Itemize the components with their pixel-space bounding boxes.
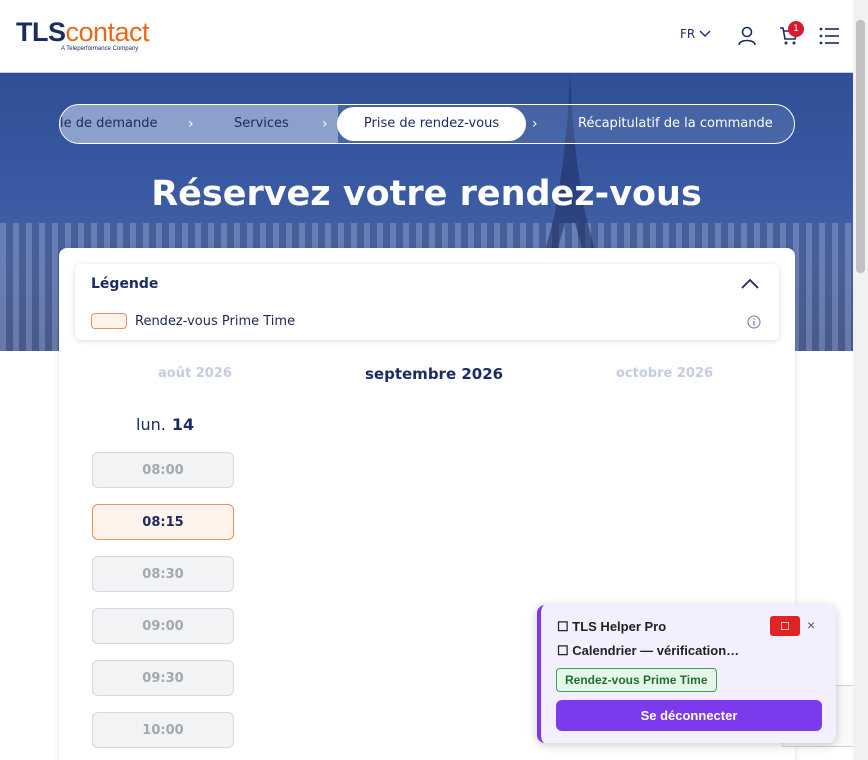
menu-icon[interactable] <box>819 27 839 45</box>
day-header: lun. 14 <box>136 415 194 434</box>
scrollbar-thumb[interactable] <box>856 20 865 273</box>
user-icon[interactable] <box>737 26 757 46</box>
time-slot[interactable]: 09:00 <box>92 608 234 644</box>
month-current: septembre 2026 <box>365 365 504 383</box>
language-label: FR <box>680 27 696 41</box>
time-slot-prime[interactable]: 08:15 <box>92 504 234 540</box>
step-services[interactable]: Services <box>234 105 289 143</box>
eiffel-tower-image <box>545 73 595 251</box>
tls-helper-widget: ☐ TLS Helper Pro ☐ × ☐ Calendrier — véri… <box>537 605 836 743</box>
chevron-right-icon: › <box>188 116 194 132</box>
page-title: Réservez votre rendez-vous <box>151 174 702 214</box>
chevron-right-icon: › <box>322 116 328 132</box>
step-appointment-active[interactable]: Prise de rendez-vous <box>337 107 526 141</box>
day-number: 14 <box>171 415 195 434</box>
legend-title: Légende <box>91 276 159 292</box>
booking-steps-bar: le de demande › Services › Prise de rend… <box>59 104 795 144</box>
close-icon[interactable]: × <box>807 617 815 633</box>
helper-stop-button[interactable]: ☐ <box>770 616 800 636</box>
chevron-up-icon[interactable] <box>741 278 759 289</box>
step-order-summary[interactable]: Récapitulatif de la commande <box>578 105 773 143</box>
tlscontact-logo[interactable]: TLScontact A Teleperformance Company <box>16 17 150 52</box>
chevron-down-icon <box>699 30 711 37</box>
time-slot[interactable]: 10:00 <box>92 712 234 748</box>
time-slot[interactable]: 08:30 <box>92 556 234 592</box>
prime-time-swatch <box>91 313 127 329</box>
time-slot[interactable]: 09:30 <box>92 660 234 696</box>
site-header: TLScontact A Teleperformance Company FR … <box>0 0 853 73</box>
day-name: lun. <box>136 415 166 434</box>
language-selector[interactable]: FR <box>680 27 711 41</box>
logo-tagline: A Teleperformance Company <box>61 46 139 52</box>
month-prev[interactable]: août 2026 <box>158 366 232 381</box>
cart-count-badge: 1 <box>788 21 804 37</box>
logo-contact-text: contact <box>65 17 150 47</box>
helper-status-text: ☐ Calendrier — vérification… <box>557 643 740 658</box>
month-next[interactable]: octobre 2026 <box>616 366 713 381</box>
legend-prime-label: Rendez-vous Prime Time <box>135 314 296 329</box>
logout-button[interactable]: Se déconnecter <box>556 700 822 731</box>
chevron-right-icon: › <box>532 116 538 132</box>
time-slot[interactable]: 08:00 <box>92 452 234 488</box>
helper-prime-badge: Rendez-vous Prime Time <box>556 668 717 692</box>
helper-title: ☐ TLS Helper Pro <box>557 619 667 634</box>
info-icon[interactable] <box>747 315 761 329</box>
legend-panel: Légende Rendez-vous Prime Time <box>75 264 779 340</box>
step-application[interactable]: le de demande <box>60 105 158 143</box>
logo-tls-text: TLS <box>16 17 66 47</box>
